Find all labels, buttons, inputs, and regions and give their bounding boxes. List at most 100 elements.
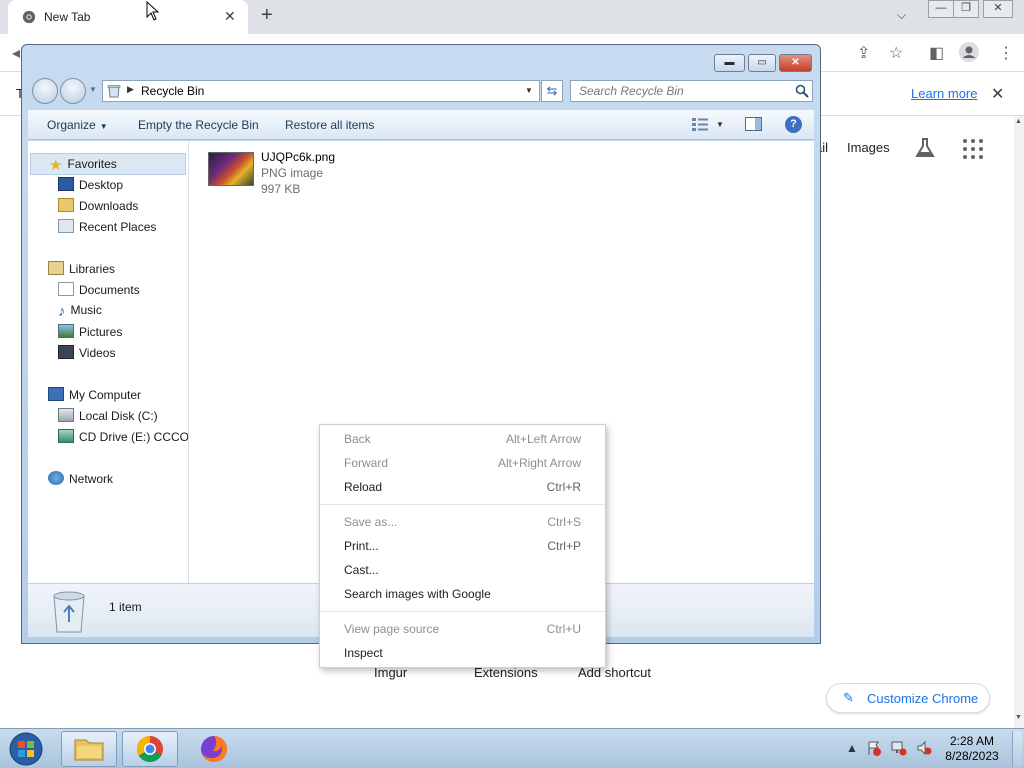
- show-hidden-icons-icon[interactable]: ▲: [846, 741, 858, 755]
- film-strip-icon: [58, 345, 74, 359]
- explorer-back-button[interactable]: [32, 78, 58, 104]
- infobar-close-icon[interactable]: ✕: [991, 84, 1004, 104]
- explorer-minimize-button[interactable]: ▬: [714, 54, 745, 72]
- nav-libraries[interactable]: Libraries: [48, 261, 115, 276]
- organize-button[interactable]: Organize ▼: [47, 118, 108, 132]
- scroll-down-icon[interactable]: ▼: [1015, 714, 1022, 721]
- menu-item-back-shortcut: Alt+Left Arrow: [505, 432, 581, 446]
- taskbar-explorer-button[interactable]: [61, 731, 117, 767]
- network-status-icon[interactable]: [891, 740, 907, 756]
- nav-my-computer[interactable]: My Computer: [48, 387, 141, 402]
- address-path: Recycle Bin: [141, 84, 205, 98]
- nav-cd-drive[interactable]: CD Drive (E:) CCCOMA_X64FRE: [58, 429, 189, 444]
- desktop-icon: [58, 177, 74, 191]
- menu-item-view-source[interactable]: View page source Ctrl+U: [320, 617, 605, 641]
- menu-item-view-source-shortcut: Ctrl+U: [546, 622, 581, 636]
- show-desktop-button[interactable]: [1012, 731, 1022, 767]
- nav-downloads[interactable]: Downloads: [58, 198, 138, 213]
- side-panel-icon[interactable]: ◧: [929, 43, 944, 63]
- menu-item-save-as-label: Save as...: [344, 515, 398, 529]
- navigation-pane[interactable]: ★ Favorites Desktop Downloads Recent Plac…: [28, 141, 189, 583]
- mouse-cursor-icon: [146, 1, 160, 21]
- nav-favorites-label: Favorites: [67, 157, 117, 171]
- search-input[interactable]: Search Recycle Bin: [570, 80, 813, 102]
- images-link[interactable]: Images: [847, 140, 890, 155]
- share-icon[interactable]: ⇪: [857, 43, 870, 63]
- nav-computer-label: My Computer: [69, 388, 142, 402]
- minimize-button[interactable]: —: [928, 0, 954, 18]
- chrome-scrollbar[interactable]: ▲ ▼: [1014, 116, 1024, 728]
- restore-button[interactable]: ❐: [953, 0, 979, 18]
- menu-item-cast[interactable]: Cast...: [320, 558, 605, 582]
- system-clock[interactable]: 2:28 AM 8/28/2023: [942, 734, 1002, 764]
- explorer-close-button[interactable]: ✕: [779, 54, 812, 72]
- explorer-forward-button[interactable]: [60, 78, 86, 104]
- address-bar[interactable]: ▶ Recycle Bin ▼: [102, 80, 540, 102]
- menu-item-search-images[interactable]: Search images with Google: [320, 582, 605, 606]
- context-menu: Back Alt+Left Arrow Forward Alt+Right Arro…: [319, 424, 606, 668]
- address-dropdown-icon[interactable]: ▼: [525, 86, 533, 95]
- computer-icon: [48, 387, 64, 401]
- volume-muted-icon[interactable]: [916, 740, 932, 756]
- new-tab-button[interactable]: +: [261, 4, 273, 27]
- network-globe-icon: [48, 471, 64, 485]
- pictures-icon: [58, 324, 74, 338]
- customize-chrome-button[interactable]: ✎ Customize Chrome: [826, 683, 990, 713]
- recent-pages-chevron-icon[interactable]: ▼: [89, 85, 97, 94]
- file-type: PNG image: [261, 166, 324, 180]
- nav-network[interactable]: Network: [48, 471, 113, 486]
- refresh-icon[interactable]: ⇆: [541, 80, 563, 102]
- nav-videos[interactable]: Videos: [58, 345, 115, 360]
- command-bar: Organize ▼ Empty the Recycle Bin Restore …: [28, 110, 814, 140]
- scroll-up-icon[interactable]: ▲: [1015, 118, 1022, 125]
- nav-music[interactable]: ♪ Music: [58, 303, 102, 320]
- preview-pane-icon[interactable]: [745, 117, 762, 131]
- help-icon[interactable]: ?: [785, 116, 802, 133]
- nav-pictures[interactable]: Pictures: [58, 324, 122, 339]
- explorer-maximize-button[interactable]: ▭: [748, 54, 776, 72]
- back-arrow-icon[interactable]: ◂: [12, 43, 20, 63]
- bookmark-star-icon[interactable]: ☆: [889, 43, 903, 63]
- nav-recent-label: Recent Places: [79, 220, 157, 234]
- menu-item-back[interactable]: Back Alt+Left Arrow: [320, 427, 605, 451]
- labs-flask-icon[interactable]: [914, 137, 936, 159]
- action-center-flag-icon[interactable]: [866, 740, 882, 756]
- close-button[interactable]: ✕: [983, 0, 1013, 18]
- empty-recycle-bin-button[interactable]: Empty the Recycle Bin: [138, 118, 259, 132]
- menu-item-cast-label: Cast...: [344, 563, 379, 577]
- recent-places-icon: [58, 219, 74, 233]
- tab-new-tab[interactable]: New Tab ✕: [8, 0, 248, 34]
- customize-label: Customize Chrome: [867, 691, 979, 706]
- restore-all-items-button[interactable]: Restore all items: [285, 118, 374, 132]
- profile-avatar-icon[interactable]: [959, 42, 979, 62]
- tab-close-button[interactable]: ✕: [224, 8, 236, 25]
- taskbar-chrome-button[interactable]: [122, 731, 178, 767]
- nav-documents[interactable]: Documents: [58, 282, 140, 297]
- menu-item-print[interactable]: Print... Ctrl+P: [320, 534, 605, 558]
- menu-item-inspect[interactable]: Inspect: [320, 641, 605, 665]
- organize-label: Organize: [47, 118, 96, 132]
- menu-kebab-icon[interactable]: ⋮: [998, 43, 1014, 63]
- star-icon: ★: [49, 157, 63, 174]
- png-thumbnail-image: [208, 152, 254, 186]
- tab-search-chevron-icon[interactable]: ⌵: [897, 8, 906, 23]
- organize-caret-icon: ▼: [99, 122, 108, 131]
- change-view-icon[interactable]: [692, 117, 708, 131]
- menu-item-forward[interactable]: Forward Alt+Right Arrow: [320, 451, 605, 475]
- nav-desktop[interactable]: Desktop: [58, 177, 123, 192]
- nav-favorites[interactable]: ★ Favorites: [30, 153, 186, 175]
- menu-item-save-as[interactable]: Save as... Ctrl+S: [320, 510, 605, 534]
- search-icon[interactable]: [795, 84, 809, 98]
- firefox-logo-icon[interactable]: [197, 732, 231, 766]
- nav-local-disk[interactable]: Local Disk (C:): [58, 408, 158, 423]
- menu-item-forward-shortcut: Alt+Right Arrow: [497, 456, 581, 470]
- nav-cd-drive-label: CD Drive (E:) CCCOMA_X64FRE: [79, 430, 189, 444]
- menu-item-reload[interactable]: Reload Ctrl+R: [320, 475, 605, 499]
- view-dropdown-icon[interactable]: ▼: [716, 120, 724, 129]
- google-apps-grid-icon[interactable]: [963, 139, 983, 159]
- nav-recent-places[interactable]: Recent Places: [58, 219, 156, 234]
- cd-drive-icon: [58, 429, 74, 443]
- start-orb-icon[interactable]: [5, 731, 47, 767]
- breadcrumb-arrow-icon[interactable]: ▶: [127, 84, 134, 95]
- learn-more-link[interactable]: Learn more: [911, 86, 977, 101]
